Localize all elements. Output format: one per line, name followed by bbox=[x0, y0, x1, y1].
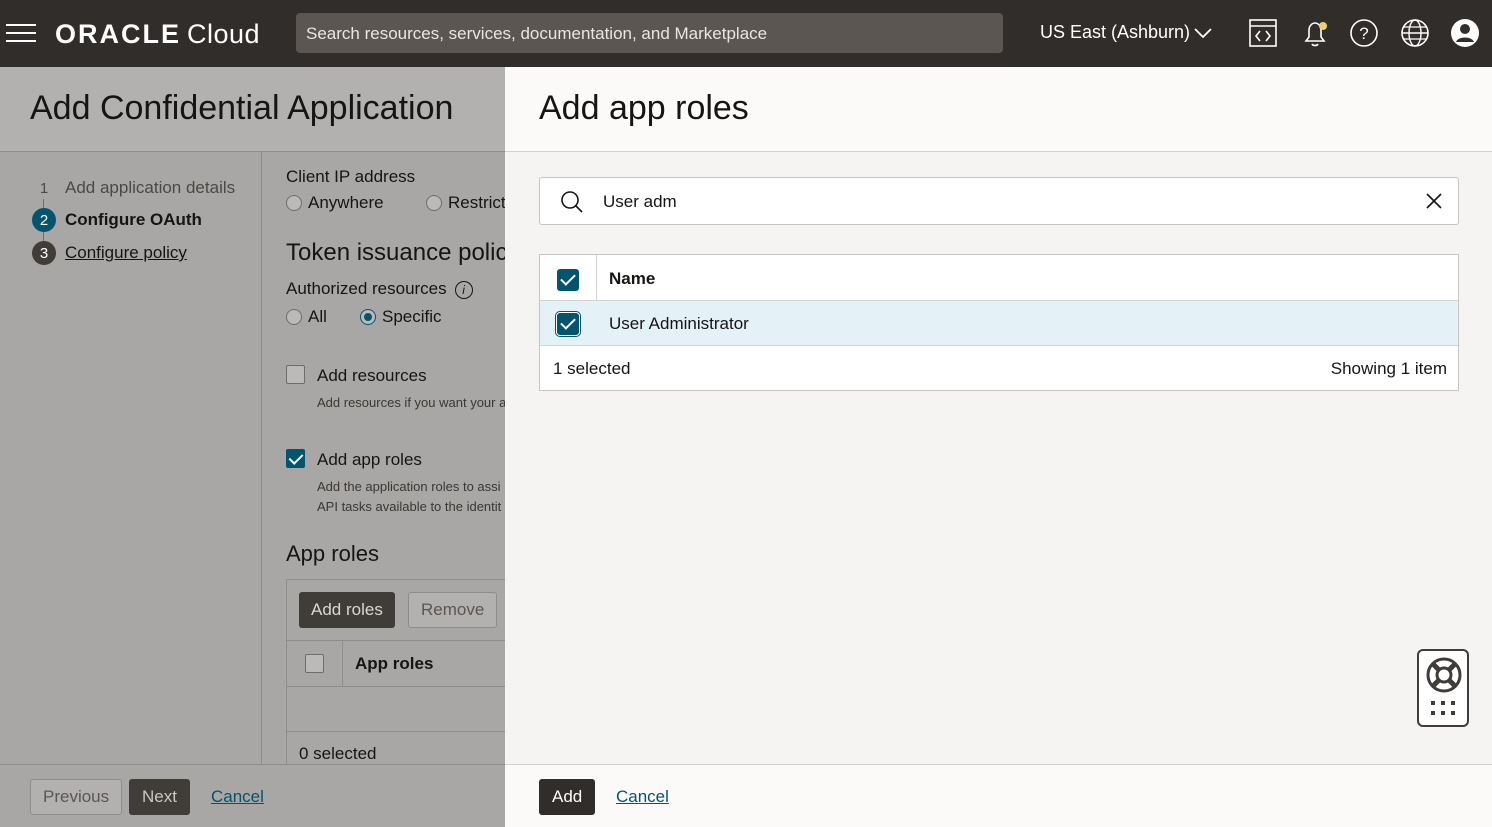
selected-count: 0 selected bbox=[299, 744, 377, 763]
wizard-footer: Previous Next Cancel bbox=[0, 764, 505, 827]
role-search-input[interactable]: User adm bbox=[539, 177, 1459, 225]
remove-button: Remove bbox=[408, 592, 498, 628]
bell-icon[interactable] bbox=[1300, 18, 1330, 48]
radio-anywhere: Anywhere bbox=[286, 193, 384, 213]
app-roles-column-header: App roles bbox=[355, 654, 434, 673]
next-button: Next bbox=[129, 779, 190, 815]
radio-label: Restrict bbox=[448, 193, 505, 212]
client-ip-label: Client IP address bbox=[286, 167, 416, 186]
panel-title: Add app roles bbox=[539, 89, 749, 127]
radio-circle bbox=[286, 195, 302, 211]
global-search-input[interactable]: Search resources, services, documentatio… bbox=[296, 13, 1003, 53]
step-configure-policy: 3 Configure policy bbox=[32, 241, 187, 265]
app-roles-table: Add roles Remove App roles 0 selected bbox=[286, 579, 505, 779]
add-app-roles-label: Add app roles bbox=[317, 450, 422, 469]
background-page-overlay: Add Confidential Application 1 Add appli… bbox=[0, 67, 505, 827]
svg-text:?: ? bbox=[1359, 24, 1368, 43]
table-header: Name bbox=[540, 255, 1458, 301]
radio-circle bbox=[286, 309, 302, 325]
add-app-roles-checkbox bbox=[286, 449, 305, 468]
app-roles-heading: App roles bbox=[286, 541, 379, 566]
page-title: Add Confidential Application bbox=[30, 89, 454, 127]
profile-icon[interactable] bbox=[1450, 18, 1480, 48]
wizard-steps: 1 Add application details 2 Configure OA… bbox=[0, 152, 262, 764]
step-number: 1 bbox=[39, 179, 49, 197]
divider bbox=[287, 731, 505, 732]
authorized-resources-text: Authorized resources bbox=[286, 279, 447, 298]
oracle-cloud-logo[interactable]: ORACLE Cloud bbox=[55, 19, 260, 50]
info-icon: i bbox=[454, 280, 473, 299]
region-label: US East (Ashburn) bbox=[1040, 22, 1191, 42]
help-icon[interactable]: ? bbox=[1349, 18, 1379, 48]
clear-icon[interactable] bbox=[1424, 191, 1444, 211]
region-selector[interactable]: US East (Ashburn) bbox=[1040, 22, 1212, 43]
row-checkbox[interactable] bbox=[557, 313, 579, 335]
step-number: 3 bbox=[32, 241, 56, 265]
radio-label: Specific bbox=[382, 307, 442, 326]
divider bbox=[287, 640, 505, 641]
previous-button: Previous bbox=[30, 779, 123, 815]
step-add-application-details: 1 Add application details bbox=[32, 176, 235, 200]
roles-table: Name User Administrator 1 selected Showi… bbox=[539, 254, 1459, 391]
column-divider bbox=[596, 255, 597, 301]
table-footer: 1 selected Showing 1 item bbox=[540, 346, 1458, 391]
token-issuance-heading: Token issuance polic bbox=[286, 239, 505, 266]
oauth-form: Client IP address Anywhere Restrict Toke… bbox=[286, 152, 505, 779]
table-row[interactable]: User Administrator bbox=[540, 301, 1458, 346]
cloud-shell-icon[interactable] bbox=[1248, 18, 1278, 48]
help-widget[interactable] bbox=[1417, 649, 1469, 727]
role-name: User Administrator bbox=[609, 314, 749, 333]
divider bbox=[342, 641, 343, 686]
radio-circle bbox=[426, 195, 442, 211]
radio-all: All bbox=[286, 307, 327, 327]
authorized-resources-label: Authorized resources i bbox=[286, 279, 473, 299]
showing-count: Showing 1 item bbox=[1330, 359, 1447, 378]
search-icon bbox=[561, 191, 583, 213]
panel-header: Add app roles bbox=[505, 67, 1492, 152]
step-number: 2 bbox=[32, 208, 56, 232]
cancel-link[interactable]: Cancel bbox=[616, 787, 669, 807]
radio-label: Anywhere bbox=[308, 193, 384, 212]
add-resources-checkbox bbox=[286, 365, 305, 384]
cancel-link: Cancel bbox=[211, 787, 264, 806]
add-roles-button: Add roles bbox=[299, 592, 395, 628]
add-button[interactable]: Add bbox=[539, 779, 596, 815]
logo-brand: ORACLE bbox=[55, 19, 181, 49]
radio-circle-selected bbox=[360, 309, 376, 325]
background-page-header: Add Confidential Application bbox=[0, 67, 505, 152]
select-all-checkbox[interactable] bbox=[557, 269, 579, 291]
hamburger-icon[interactable] bbox=[6, 24, 36, 44]
globe-icon[interactable] bbox=[1400, 18, 1430, 48]
divider bbox=[287, 686, 505, 687]
panel-footer: Add Cancel bbox=[505, 764, 1492, 827]
add-app-roles-panel: Add app roles User adm Name User Adminis… bbox=[505, 67, 1492, 827]
top-navigation-bar: ORACLE Cloud Search resources, services, … bbox=[0, 0, 1492, 67]
radio-label: All bbox=[308, 307, 327, 326]
logo-product: Cloud bbox=[187, 19, 261, 49]
step-label: Configure policy bbox=[65, 243, 187, 262]
add-resources-help: Add resources if you want your a bbox=[317, 395, 505, 410]
step-label: Configure OAuth bbox=[65, 210, 202, 229]
radio-restrict: Restrict bbox=[426, 193, 505, 213]
add-app-roles-help-line-2: API tasks available to the identit bbox=[317, 499, 502, 514]
add-app-roles-help-line-1: Add the application roles to assi bbox=[317, 479, 501, 494]
search-value: User adm bbox=[603, 192, 677, 211]
apps-grid-icon bbox=[1431, 701, 1455, 715]
add-resources-label: Add resources bbox=[317, 366, 427, 385]
select-all-checkbox bbox=[305, 654, 324, 673]
chevron-down-icon bbox=[1194, 28, 1212, 39]
lifebuoy-icon bbox=[1426, 657, 1462, 693]
selected-count: 1 selected bbox=[553, 359, 631, 378]
step-label: Add application details bbox=[65, 178, 236, 197]
radio-specific: Specific bbox=[360, 307, 442, 327]
step-configure-oauth: 2 Configure OAuth bbox=[32, 208, 202, 232]
name-column-header: Name bbox=[609, 269, 656, 288]
